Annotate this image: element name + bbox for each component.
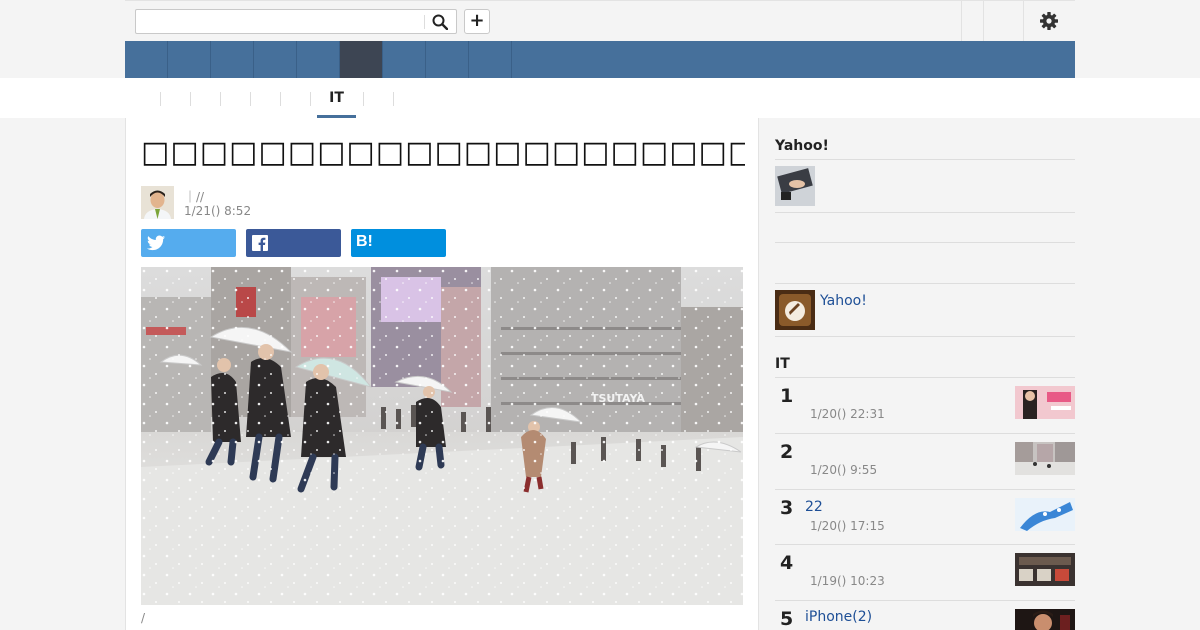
- yahoo-link[interactable]: Yahoo!: [820, 293, 867, 309]
- author-avatar[interactable]: [141, 186, 174, 219]
- ranking-thumbnail[interactable]: [1015, 553, 1075, 586]
- article-photo[interactable]: TSUTAYA: [141, 267, 743, 605]
- divider: [775, 433, 1075, 434]
- ranking-date: 1/20() 9:55: [810, 463, 878, 477]
- divider: [775, 283, 1075, 284]
- divider: [775, 600, 1075, 601]
- nav-tab[interactable]: [469, 41, 512, 78]
- ranking-date: 1/20() 22:31: [810, 407, 885, 421]
- search-divider: [424, 15, 425, 29]
- facebook-icon: [252, 235, 268, 251]
- search-input[interactable]: [135, 9, 457, 34]
- ranking-number: 5: [780, 608, 794, 630]
- hatena-bookmark-button[interactable]: B!: [351, 229, 446, 257]
- top-bar: +: [125, 0, 1075, 41]
- nav-tab[interactable]: [297, 41, 340, 78]
- sidebar-thumbnail-laptop[interactable]: [775, 166, 815, 206]
- divider: [775, 489, 1075, 490]
- subnav-divider: [363, 92, 364, 106]
- ranking-heading: IT: [775, 356, 790, 372]
- ranking-thumbnail[interactable]: [1015, 609, 1075, 630]
- ranking-title[interactable]: iPhone(2): [805, 609, 872, 625]
- subnav-divider: [220, 92, 221, 106]
- ranking-date: 1/20() 17:15: [810, 519, 885, 533]
- nav-tab-active[interactable]: [340, 41, 383, 78]
- ranking-number: 1: [780, 385, 794, 407]
- sub-nav: [0, 78, 1200, 118]
- subnav-divider: [160, 92, 161, 106]
- facebook-share-button[interactable]: [246, 229, 341, 257]
- nav-tab[interactable]: [168, 41, 211, 78]
- gear-icon[interactable]: [1039, 11, 1059, 31]
- ranking-thumbnail[interactable]: [1015, 498, 1075, 531]
- twitter-share-button[interactable]: [141, 229, 236, 257]
- twitter-icon: [147, 235, 165, 251]
- article-byline: ｜//: [184, 190, 205, 204]
- ranking-date: 1/19() 10:23: [810, 574, 885, 588]
- divider: [775, 336, 1075, 337]
- nav-tab[interactable]: [125, 41, 168, 78]
- ranking-thumbnail[interactable]: [1015, 386, 1075, 419]
- subnav-tab-it[interactable]: IT: [317, 90, 356, 118]
- hatena-icon: B!: [356, 233, 373, 250]
- main-nav: [125, 41, 1075, 78]
- ranking-number: 2: [780, 441, 794, 463]
- divider: [775, 544, 1075, 545]
- ranking-thumbnail[interactable]: [1015, 442, 1075, 475]
- search-icon[interactable]: [432, 14, 449, 31]
- subnav-divider: [250, 92, 251, 106]
- divider: [775, 159, 1075, 160]
- divider: [775, 377, 1075, 378]
- article-date: 1/21() 8:52: [184, 204, 252, 218]
- sidebar: Yahoo! Yahoo! IT 1 1/20() 22:31 2 1/20()…: [775, 118, 1075, 630]
- topbar-divider: [1023, 1, 1024, 41]
- ranking-number: 3: [780, 497, 794, 519]
- divider: [775, 212, 1075, 213]
- article: □□□□□□□□□□□□□□□□□□□□□□□□□□□□□□□□□□□□□ ｜/…: [125, 118, 759, 630]
- subnav-divider: [310, 92, 311, 106]
- ranking-number: 4: [780, 552, 794, 574]
- divider: [775, 242, 1075, 243]
- add-button[interactable]: +: [464, 9, 490, 34]
- subnav-divider: [393, 92, 394, 106]
- subnav-divider: [280, 92, 281, 106]
- yahoo-app-icon[interactable]: [775, 290, 815, 330]
- article-headline: □□□□□□□□□□□□□□□□□□□□□□□□□□□□□□□□□□□□□: [141, 135, 745, 170]
- ranking-title[interactable]: 22: [805, 499, 823, 515]
- topbar-divider: [961, 1, 962, 41]
- topbar-divider: [983, 1, 984, 41]
- nav-tab[interactable]: [254, 41, 297, 78]
- search-field[interactable]: [140, 13, 415, 30]
- nav-tab[interactable]: [383, 41, 426, 78]
- nav-tab[interactable]: [426, 41, 469, 78]
- photo-caption: /: [141, 611, 146, 625]
- nav-tab[interactable]: [211, 41, 254, 78]
- sidebar-heading-yahoo: Yahoo!: [775, 138, 829, 154]
- subnav-divider: [190, 92, 191, 106]
